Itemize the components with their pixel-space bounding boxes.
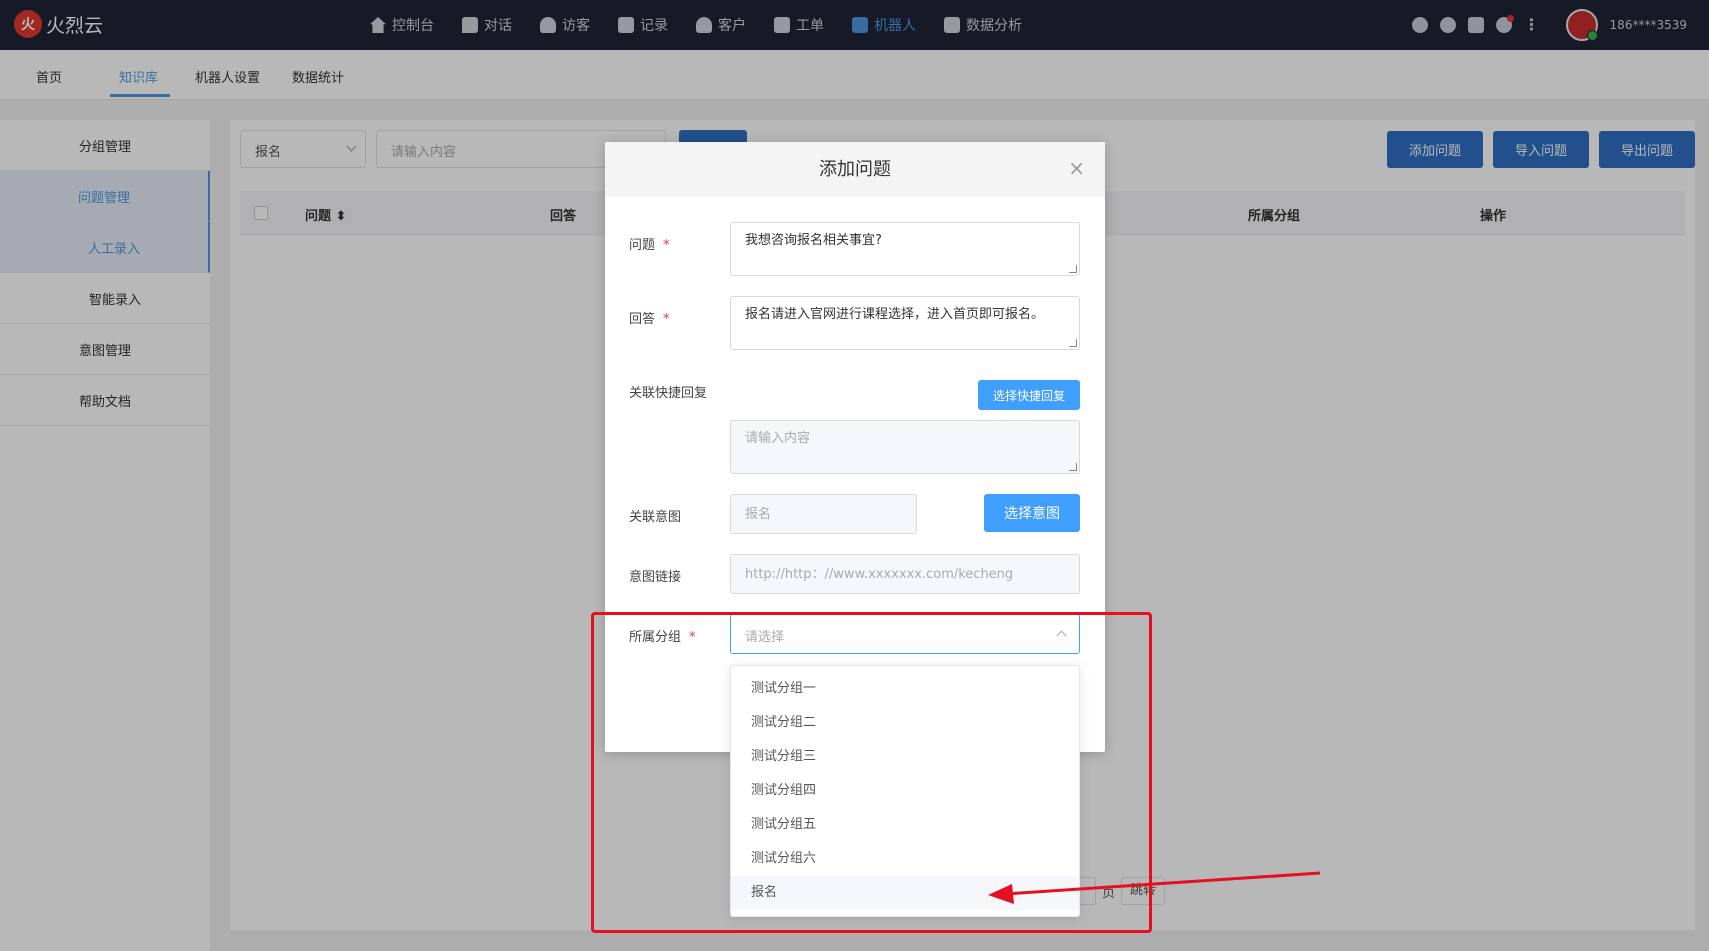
resize-handle-icon[interactable]: [1069, 339, 1077, 347]
answer-value: 报名请进入官网进行课程选择，进入首页即可报名。: [745, 307, 1045, 322]
resize-handle-icon[interactable]: [1069, 265, 1077, 273]
quick-reply-label: 关联快捷回复: [629, 386, 708, 401]
close-icon[interactable]: ×: [1068, 158, 1085, 178]
quick-reply-textarea[interactable]: 请输入内容: [730, 420, 1080, 474]
label-text: 问题: [629, 238, 656, 253]
intent-link-label: 意图链接: [629, 570, 682, 585]
intent-input[interactable]: 报名: [730, 494, 917, 534]
required-mark: *: [663, 238, 670, 253]
intent-link-input[interactable]: http://http：//www.xxxxxxx.com/kecheng: [730, 554, 1080, 594]
question-value: 我想咨询报名相关事宜?: [745, 233, 882, 248]
required-mark: *: [663, 312, 670, 327]
intent-label: 关联意图: [629, 510, 682, 525]
question-textarea[interactable]: 我想咨询报名相关事宜?: [730, 222, 1080, 276]
select-quick-reply-button[interactable]: 选择快捷回复: [978, 380, 1080, 410]
annotation-highlight-box: [591, 612, 1152, 933]
answer-label: 回答 *: [629, 308, 670, 327]
label-text: 回答: [629, 312, 656, 327]
question-label: 问题 *: [629, 234, 670, 253]
resize-handle-icon[interactable]: [1069, 463, 1077, 471]
quick-reply-placeholder: 请输入内容: [745, 431, 811, 446]
dialog-title: 添加问题: [605, 142, 1105, 197]
select-intent-button[interactable]: 选择意图: [984, 494, 1080, 532]
answer-textarea[interactable]: 报名请进入官网进行课程选择，进入首页即可报名。: [730, 296, 1080, 350]
